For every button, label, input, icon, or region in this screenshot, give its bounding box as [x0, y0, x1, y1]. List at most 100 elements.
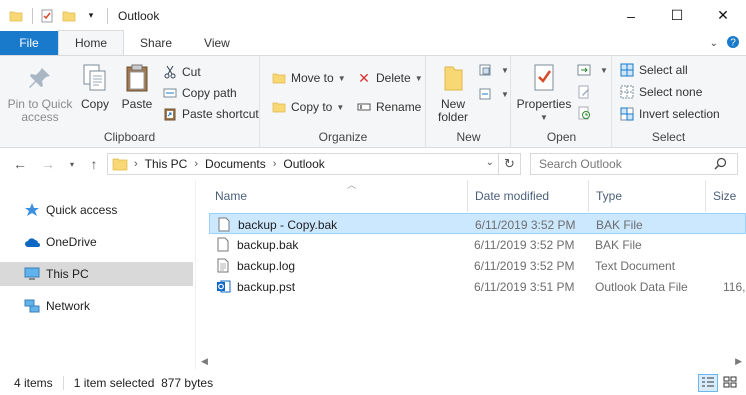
breadcrumb-this-pc[interactable]: This PC — [145, 157, 188, 171]
new-folder-icon[interactable] — [61, 8, 77, 24]
column-header-date-modified[interactable]: Date modified — [469, 180, 589, 212]
file-type-cell: BAK File — [596, 217, 643, 232]
properties-icon[interactable] — [39, 8, 55, 24]
breadcrumb-outlook[interactable]: Outlook — [283, 157, 324, 171]
tab-home[interactable]: Home — [58, 30, 125, 55]
copy-path-button[interactable]: Copy path — [162, 83, 237, 103]
minimize-button[interactable]: – — [608, 0, 654, 31]
file-row[interactable]: backup.bak 6/11/2019 3:52 PM BAK File — [209, 234, 746, 255]
open-group: Properties ▼ ▼ Open — [512, 56, 612, 148]
select-none-button[interactable]: Select none — [619, 82, 702, 102]
clipboard-group: Pin to Quick access Copy Paste Cut Copy … — [0, 56, 260, 148]
close-button[interactable]: ✕ — [700, 0, 746, 31]
easy-access-button[interactable]: ▼ — [477, 84, 509, 104]
chevron-down-icon[interactable]: ⌄ — [710, 38, 718, 49]
column-header-type[interactable]: Type — [590, 180, 706, 212]
tab-view[interactable]: View — [188, 31, 246, 55]
help-icon[interactable]: ? — [726, 35, 740, 52]
open-button[interactable]: ▼ — [576, 60, 608, 80]
search-icon[interactable] — [714, 157, 727, 173]
address-bar[interactable]: › This PC › Documents › Outlook ⌄ ↻ — [107, 153, 521, 175]
pin-to-quick-access-button[interactable]: Pin to Quick access — [4, 62, 76, 124]
refresh-icon[interactable]: ↻ — [498, 154, 520, 174]
column-header-name[interactable]: ︿ Name — [209, 180, 468, 212]
chevron-down-icon[interactable]: ▾ — [83, 8, 99, 24]
up-button[interactable]: ↑ — [84, 154, 104, 174]
file-icon — [215, 237, 231, 253]
details-view-button[interactable] — [698, 374, 718, 392]
column-header-size[interactable]: Size — [707, 180, 746, 212]
outlook-data-file-icon — [215, 279, 231, 295]
chevron-right-icon[interactable]: › — [273, 158, 277, 170]
selection-info: 1 item selected 877 bytes — [73, 376, 214, 390]
new-item-button[interactable]: ▼ — [477, 60, 509, 80]
scroll-right-icon[interactable]: ▶ — [735, 356, 742, 367]
address-dropdown-icon[interactable]: ⌄ — [486, 157, 494, 168]
horizontal-scrollbar[interactable]: ◀ ▶ — [197, 354, 746, 371]
maximize-button[interactable]: ☐ — [654, 0, 700, 31]
nav-item-onedrive[interactable]: OneDrive — [0, 230, 193, 254]
delete-button[interactable]: ✕ Delete ▼ — [356, 68, 423, 88]
file-date-cell: 6/11/2019 3:52 PM — [475, 217, 576, 232]
edit-button[interactable] — [576, 82, 596, 102]
quick-access-toolbar: ▾ Outlook — [0, 0, 159, 31]
chevron-right-icon[interactable]: › — [134, 158, 138, 170]
file-row[interactable]: backup - Copy.bak 6/11/2019 3:52 PM BAK … — [209, 213, 746, 234]
delete-icon: ✕ — [358, 69, 370, 86]
select-group-label: Select — [651, 130, 686, 144]
chevron-down-icon: ▼ — [501, 65, 509, 75]
select-none-icon — [619, 84, 635, 100]
nav-item-network[interactable]: Network — [0, 294, 193, 318]
status-bar: 4 items 1 item selected 877 bytes — [0, 371, 746, 395]
large-icons-view-button[interactable] — [720, 374, 740, 392]
paste-button[interactable]: Paste — [118, 62, 156, 111]
breadcrumb-documents[interactable]: Documents — [205, 157, 266, 171]
search-placeholder: Search Outlook — [539, 157, 622, 171]
new-folder-button[interactable]: New folder — [433, 62, 473, 124]
clipboard-icon — [121, 62, 153, 94]
chevron-down-icon: ▼ — [501, 89, 509, 99]
history-button[interactable] — [576, 103, 596, 123]
nav-item-this-pc[interactable]: This PC — [0, 262, 193, 286]
search-input[interactable]: Search Outlook — [530, 153, 738, 175]
copy-to-button[interactable]: Copy to ▼ — [271, 97, 344, 117]
navigation-pane: Quick access OneDrive This PC Network — [0, 180, 193, 370]
file-type-cell: Outlook Data File — [595, 279, 688, 294]
move-to-button[interactable]: Move to ▼ — [271, 68, 346, 88]
back-button[interactable]: ← — [10, 154, 30, 174]
file-row[interactable]: backup.pst 6/11/2019 3:51 PM Outlook Dat… — [209, 276, 746, 297]
cut-button[interactable]: Cut — [162, 62, 201, 82]
arrow-left-icon: ← — [13, 156, 27, 172]
chevron-down-icon: ▼ — [414, 73, 423, 83]
copy-path-icon — [162, 85, 178, 101]
select-all-icon — [619, 62, 635, 78]
invert-selection-button[interactable]: Invert selection — [619, 104, 720, 124]
chevron-down-icon: ▼ — [600, 65, 608, 75]
forward-button[interactable]: → — [38, 154, 58, 174]
paste-shortcut-button[interactable]: Paste shortcut — [162, 104, 259, 124]
chevron-right-icon[interactable]: › — [194, 158, 198, 170]
separator — [107, 7, 108, 24]
new-item-icon — [477, 62, 493, 78]
star-icon — [24, 202, 40, 218]
nav-item-quick-access[interactable]: Quick access — [0, 198, 193, 222]
clipboard-group-label: Clipboard — [103, 130, 156, 144]
chevron-down-icon: ▼ — [337, 73, 346, 83]
properties-button[interactable]: Properties ▼ — [516, 62, 572, 124]
new-group-label: New — [456, 130, 481, 144]
scroll-left-icon[interactable]: ◀ — [201, 356, 208, 367]
select-all-button[interactable]: Select all — [619, 60, 688, 80]
copy-button[interactable]: Copy — [76, 62, 114, 111]
recent-locations-button[interactable]: ▾ — [62, 154, 82, 174]
tab-file[interactable]: File — [0, 31, 58, 55]
file-date-cell: 6/11/2019 3:51 PM — [474, 279, 575, 294]
title-bar: ▾ Outlook – ☐ ✕ — [0, 0, 746, 31]
pane-divider[interactable] — [195, 180, 196, 370]
ribbon-tabs: File Home Share View ⌄ ? — [0, 30, 746, 55]
rename-button[interactable]: Rename — [356, 97, 421, 117]
file-row[interactable]: backup.log 6/11/2019 3:52 PM Text Docume… — [209, 255, 746, 276]
tab-share[interactable]: Share — [124, 31, 188, 55]
move-to-icon — [271, 70, 287, 86]
folder-icon — [8, 8, 24, 24]
copy-icon — [79, 62, 111, 94]
